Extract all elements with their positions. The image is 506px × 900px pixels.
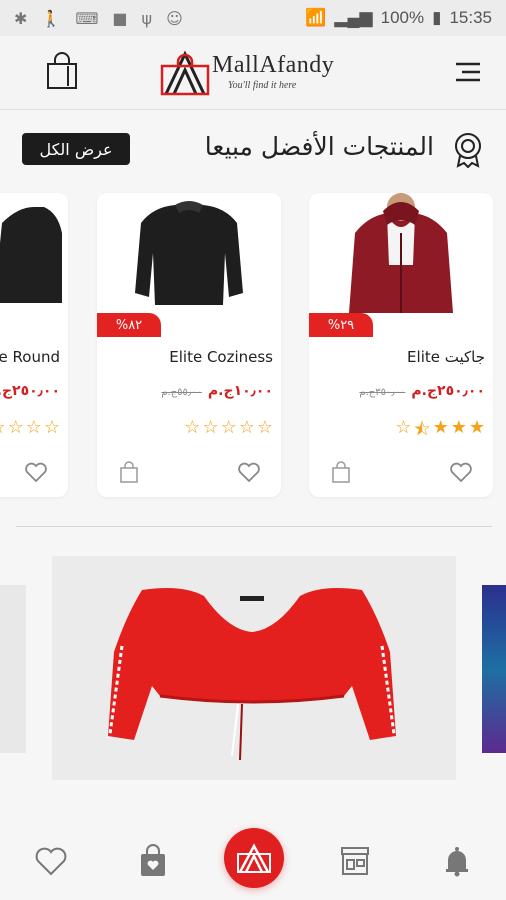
star-empty-icon: ☆ [256, 417, 273, 438]
wishlist-nav-icon[interactable] [34, 844, 68, 878]
product-card[interactable]: e Round ٢٥٠٫٠٠ج.م ☆ ☆ ☆ ☆ ☆ [0, 193, 68, 497]
rating-stars: ☆ ☆ ☆ ☆ ☆ [184, 417, 273, 438]
wishlist-heart-icon[interactable] [449, 461, 473, 483]
banner-slide[interactable] [52, 556, 456, 780]
wishlist-heart-icon[interactable] [24, 461, 48, 483]
banner-slide-next[interactable] [482, 585, 506, 753]
battery-level: 100% [380, 8, 425, 27]
star-half-icon: ⯪ [413, 419, 431, 440]
star-full-icon: ★ [468, 417, 485, 438]
star-full-icon: ★ [432, 417, 449, 438]
product-card[interactable]: %٨٢ Elite Coziness ٥٥٫٠٠ج.م ١٠٫٠٠ج.م ☆ ☆… [97, 193, 281, 497]
price: ١٠٫٠٠ج.م [207, 383, 273, 399]
products-carousel[interactable]: %٢٩ Elite جاكيت ٣٥٠٫٠٠ج.م ٢٥٠٫٠٠ج.م ☆ ⯪ … [0, 193, 506, 499]
cart-nav-icon[interactable] [136, 844, 170, 878]
notification-icons: ✱ 🚶 ⌨ ■ ψ ☺ [14, 9, 183, 28]
star-empty-icon: ☆ [43, 417, 60, 438]
notifications-nav-icon[interactable] [440, 844, 474, 878]
discount-badge: %٢٩ [309, 313, 373, 337]
section-divider [16, 526, 492, 527]
view-all-button[interactable]: عرض الكل [22, 133, 130, 165]
banner-slide-prev[interactable] [0, 585, 26, 753]
add-to-cart-icon[interactable] [331, 461, 351, 483]
star-empty-icon: ☆ [238, 417, 255, 438]
store-nav-icon[interactable] [338, 844, 372, 878]
product-name[interactable]: Elite Coziness [169, 348, 273, 366]
old-price: ٣٥٠٫٠٠ج.م [359, 387, 406, 398]
battery-icon: ▮ [432, 8, 442, 27]
app-bar: MallAfandy You'll find it here [0, 36, 506, 110]
price: ٢٥٠٫٠٠ج.م [0, 383, 60, 399]
product-image [309, 193, 493, 313]
product-card[interactable]: %٢٩ Elite جاكيت ٣٥٠٫٠٠ج.م ٢٥٠٫٠٠ج.م ☆ ⯪ … [309, 193, 493, 497]
add-to-cart-icon[interactable] [119, 461, 139, 483]
app-icon: ■ [112, 8, 128, 28]
menu-icon[interactable] [454, 62, 482, 82]
star-full-icon: ★ [450, 417, 467, 438]
banner-image [52, 556, 456, 780]
wifi-icon: 📶 [305, 8, 327, 27]
star-empty-icon: ☆ [7, 417, 24, 438]
product-image [0, 193, 68, 313]
bottom-navigation [0, 826, 506, 900]
section-title: المنتجات الأفضل مبيعا [204, 132, 434, 161]
logo-mark-icon [160, 50, 210, 96]
price-row: ٢٥٠٫٠٠ج.م [0, 383, 60, 399]
rating-stars: ☆ ☆ ☆ ☆ ☆ [0, 417, 60, 438]
star-empty-icon: ☆ [220, 417, 237, 438]
star-empty-icon: ☆ [25, 417, 42, 438]
price-row: ٣٥٠٫٠٠ج.م ٢٥٠٫٠٠ج.م [359, 383, 485, 399]
logo-text: MallAfandy [212, 52, 335, 78]
wishlist-heart-icon[interactable] [237, 461, 261, 483]
price: ٢٥٠٫٠٠ج.م [411, 383, 485, 399]
screen: ✱ 🚶 ⌨ ■ ψ ☺ 📶 ▂▄▆ 100% ▮ 15:35 MallAfand… [0, 0, 506, 900]
status-indicators: 📶 ▂▄▆ 100% ▮ 15:35 [305, 8, 492, 28]
star-empty-icon: ☆ [202, 417, 219, 438]
logo[interactable]: MallAfandy You'll find it here [160, 50, 360, 98]
star-empty-icon: ☆ [184, 417, 201, 438]
shopping-bag-icon[interactable] [46, 52, 78, 90]
star-empty-icon: ☆ [0, 417, 6, 438]
price-row: ٥٥٫٠٠ج.م ١٠٫٠٠ج.م [161, 383, 273, 399]
clock: 15:35 [449, 8, 492, 27]
home-nav-button[interactable] [224, 828, 284, 888]
rating-stars: ☆ ⯪ ★ ★ ★ [395, 417, 485, 447]
walk-icon: 🚶 [41, 8, 62, 28]
best-sellers-header: عرض الكل المنتجات الأفضل مبيعا [0, 128, 506, 172]
product-image [97, 193, 281, 313]
discount-badge: %٨٢ [97, 313, 161, 337]
status-bar: ✱ 🚶 ⌨ ■ ψ ☺ 📶 ▂▄▆ 100% ▮ 15:35 [0, 0, 506, 36]
old-price: ٥٥٫٠٠ج.م [161, 387, 202, 398]
logo-tagline: You'll find it here [228, 80, 297, 91]
star-empty-icon: ☆ [395, 417, 412, 438]
signal-icon: ▂▄▆ [334, 8, 373, 27]
home-logo-icon [237, 843, 271, 873]
code-icon: ⌨ [75, 8, 99, 28]
product-name[interactable]: Elite جاكيت [407, 348, 485, 366]
award-badge-icon [455, 133, 481, 168]
android-icon: ☺ [166, 8, 183, 28]
slack-icon: ✱ [14, 8, 28, 28]
product-name[interactable]: e Round [0, 348, 60, 366]
usb-icon: ψ [141, 8, 153, 28]
